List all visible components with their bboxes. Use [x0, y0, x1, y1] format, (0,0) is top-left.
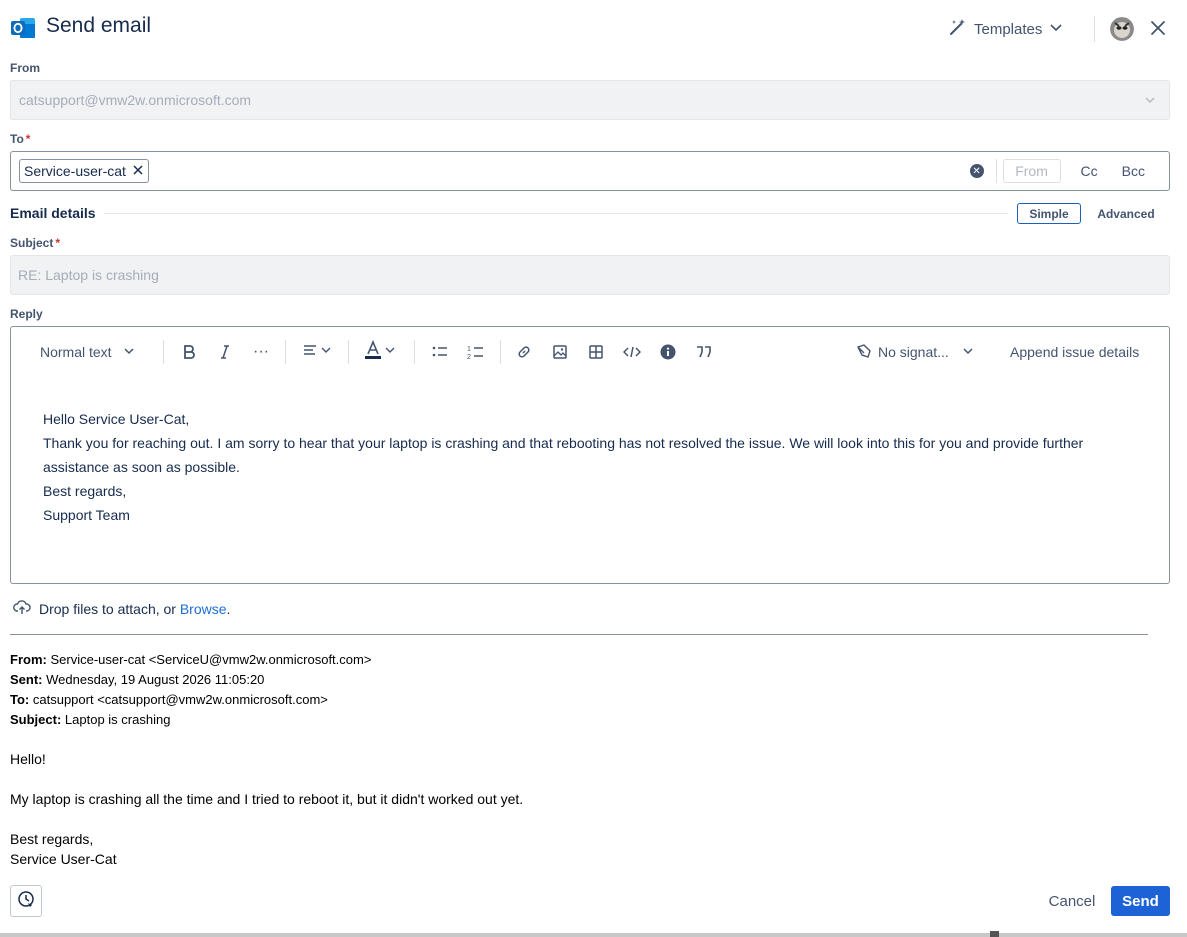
to-label: To *	[10, 132, 31, 146]
quoted-to-value: catsupport <catsupport@vmw2w.onmicrosoft…	[32, 692, 328, 707]
close-icon[interactable]	[1148, 18, 1168, 38]
quoted-message: My laptop is crashing all the time and I…	[10, 791, 524, 807]
toolbar-divider	[163, 340, 164, 364]
pen-icon	[856, 343, 872, 362]
chevron-down-icon	[384, 343, 396, 361]
chevron-down-icon	[122, 344, 136, 361]
quoted-to-label: To:	[10, 692, 30, 707]
reply-editor[interactable]: Normal text ··· 12 No signat... Append i…	[10, 326, 1170, 584]
quote-divider	[10, 634, 1148, 635]
code-icon[interactable]	[620, 339, 644, 365]
recipient-chip-label: Service-user-cat	[24, 163, 126, 179]
info-panel-icon[interactable]	[656, 339, 680, 365]
signature-dropdown[interactable]: No signat...	[856, 339, 975, 365]
required-marker: *	[25, 132, 31, 146]
attach-period: .	[226, 600, 231, 617]
cc-button[interactable]: Cc	[1069, 163, 1110, 179]
reply-line: Best regards,	[43, 483, 127, 499]
quoted-subject-label: Subject:	[10, 712, 62, 727]
chevron-down-icon	[320, 343, 332, 361]
upload-cloud-icon	[13, 599, 31, 618]
clear-icon[interactable]: ✕	[969, 164, 984, 178]
send-button[interactable]: Send	[1111, 886, 1170, 916]
quoted-closing: Best regards,	[10, 831, 94, 847]
table-icon[interactable]	[584, 339, 608, 365]
schedule-send-button[interactable]	[10, 885, 42, 917]
quoted-header: From: Service-user-cat <ServiceU@vmw2w.o…	[10, 650, 371, 730]
templates-label: Templates	[974, 20, 1043, 38]
align-left-icon	[302, 342, 318, 363]
svg-text:2: 2	[467, 354, 471, 360]
chevron-down-icon	[1143, 93, 1157, 110]
bold-icon[interactable]	[177, 339, 201, 365]
quoted-signature: Service User-Cat	[10, 851, 117, 867]
required-marker: *	[55, 236, 61, 250]
page-title: Send email	[46, 14, 152, 37]
quoted-subject-value: Laptop is crashing	[64, 712, 171, 727]
reply-line: Support Team	[43, 507, 130, 523]
attach-text: Drop files to attach, or	[39, 600, 176, 617]
reply-label: Reply	[10, 307, 43, 321]
quote-icon[interactable]	[692, 339, 716, 365]
quoted-from-label: From:	[10, 652, 47, 667]
image-icon[interactable]	[548, 339, 572, 365]
from-select: catsupport@vmw2w.onmicrosoft.com	[10, 80, 1170, 120]
email-details-title: Email details	[10, 205, 96, 221]
from-toggle-button[interactable]: From	[1002, 159, 1061, 183]
from-value: catsupport@vmw2w.onmicrosoft.com	[19, 92, 252, 108]
append-issue-details-button[interactable]: Append issue details	[1010, 339, 1139, 365]
reply-body[interactable]: Hello Service User-Cat, Thank you for re…	[43, 407, 1143, 527]
to-field[interactable]: Service-user-cat ✕ From Cc Bcc	[10, 151, 1170, 191]
avatar[interactable]	[1110, 17, 1134, 41]
to-field-actions: ✕ From Cc Bcc	[969, 152, 1169, 190]
reply-line: Hello Service User-Cat,	[43, 411, 190, 427]
italic-icon[interactable]	[213, 339, 237, 365]
divider	[104, 213, 1008, 214]
text-color-icon	[364, 339, 382, 365]
header-divider	[1094, 16, 1095, 42]
advanced-mode-button[interactable]: Advanced	[1090, 203, 1162, 224]
quoted-greeting: Hello!	[10, 751, 46, 767]
more-formatting-icon[interactable]: ···	[249, 339, 273, 365]
cancel-button[interactable]: Cancel	[1040, 886, 1104, 916]
editor-toolbar: Normal text ··· 12 No signat... Append i…	[11, 327, 1169, 377]
recipient-chip[interactable]: Service-user-cat	[19, 159, 149, 183]
subject-value: RE: Laptop is crashing	[18, 267, 159, 283]
svg-text:1: 1	[467, 346, 471, 353]
toolbar-divider	[348, 340, 349, 364]
quoted-sent-value: Wednesday, 19 August 2026 11:05:20	[46, 672, 265, 687]
toolbar-divider	[285, 340, 286, 364]
outlook-icon	[11, 16, 36, 40]
chevron-down-icon	[961, 344, 975, 361]
quoted-body: Hello! My laptop is crashing all the tim…	[10, 749, 523, 869]
chevron-down-icon	[1048, 19, 1064, 39]
scrollbar-thumb[interactable]	[990, 931, 999, 937]
bcc-button[interactable]: Bcc	[1110, 163, 1169, 179]
link-icon[interactable]	[512, 339, 536, 365]
from-label: From	[10, 61, 40, 75]
horizontal-scrollbar[interactable]	[0, 933, 1187, 937]
browse-link[interactable]: Browse	[180, 601, 227, 617]
toolbar-divider	[500, 340, 501, 364]
reply-line: Thank you for reaching out. I am sorry t…	[43, 435, 1084, 475]
text-style-dropdown[interactable]: Normal text	[40, 339, 136, 365]
subject-label: Subject *	[10, 236, 61, 250]
templates-button[interactable]: Templates	[948, 15, 1064, 43]
attachment-dropzone[interactable]: Drop files to attach, or Browse.	[13, 599, 230, 618]
toolbar-divider	[414, 340, 415, 364]
simple-mode-button[interactable]: Simple	[1017, 203, 1081, 224]
magic-wand-icon	[948, 17, 968, 41]
numbered-list-icon[interactable]: 12	[464, 339, 488, 365]
clock-history-icon	[17, 890, 35, 913]
subject-field: RE: Laptop is crashing	[10, 255, 1170, 295]
quoted-sent-label: Sent:	[10, 672, 43, 687]
quoted-from-value: Service-user-cat <ServiceU@vmw2w.onmicro…	[50, 652, 372, 667]
alignment-dropdown[interactable]	[299, 339, 335, 365]
text-color-dropdown[interactable]	[362, 339, 398, 365]
remove-recipient-icon[interactable]	[132, 163, 144, 179]
to-divider	[995, 159, 997, 183]
bullet-list-icon[interactable]	[428, 339, 452, 365]
